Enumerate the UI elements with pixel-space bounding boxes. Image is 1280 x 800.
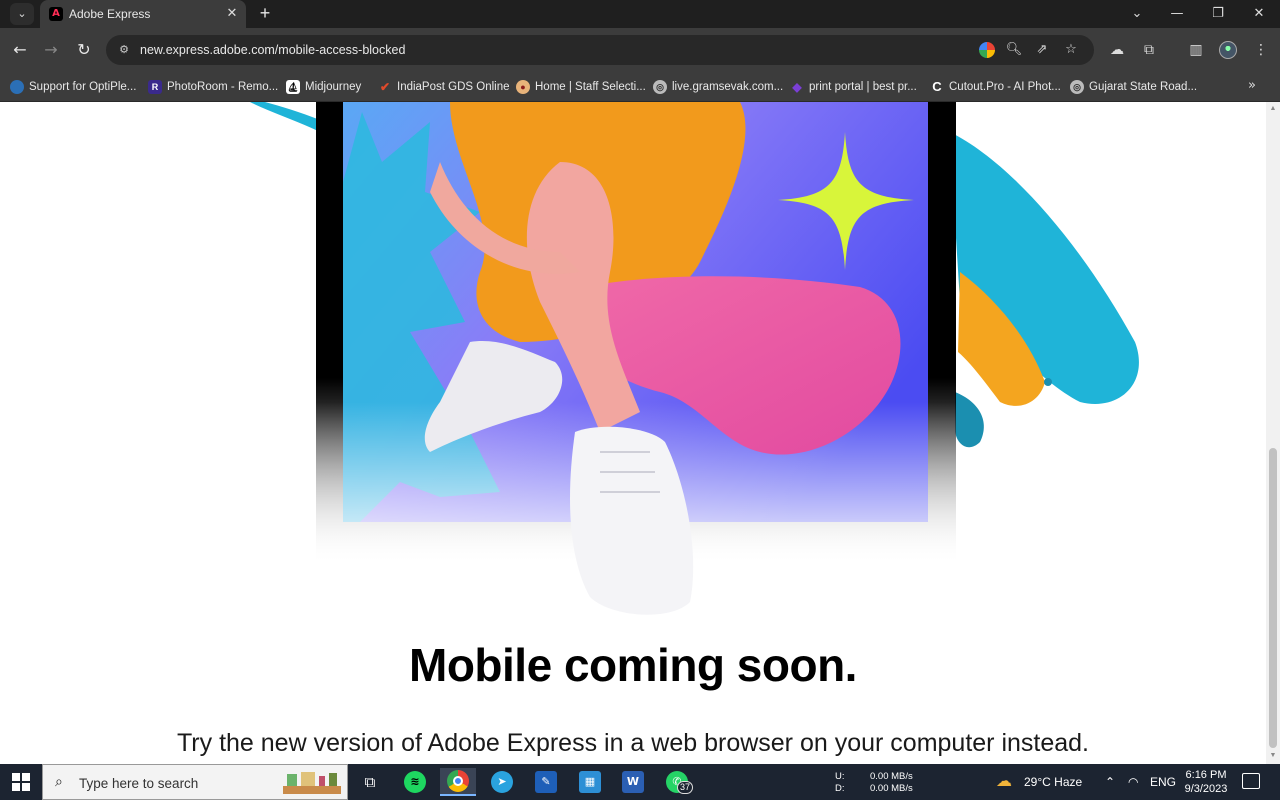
- bookmark-label: IndiaPost GDS Online: [397, 81, 510, 93]
- bookmark-item[interactable]: C Cutout.Pro - AI Phot...: [930, 77, 1061, 97]
- bookmarks-bar: Support for OptiPle... R PhotoRoom - Rem…: [0, 72, 1280, 102]
- bookmark-label: print portal | best pr...: [809, 81, 917, 93]
- reload-icon[interactable]: ↻: [72, 38, 96, 62]
- net-down-value: 0.00 MB/s: [870, 783, 913, 794]
- share-icon[interactable]: ⇗: [1033, 41, 1051, 59]
- bookmark-item[interactable]: ✔ IndiaPost GDS Online: [378, 77, 510, 97]
- side-panel-icon[interactable]: ▥: [1186, 40, 1206, 60]
- browser-toolbar: ← → ↻ ⚙ new.express.adobe.com/mobile-acc…: [0, 28, 1280, 72]
- restore-button[interactable]: ❐: [1198, 4, 1238, 24]
- draw-app-icon[interactable]: ✎: [528, 768, 564, 796]
- paint-dot: [1044, 378, 1052, 386]
- adobe-express-favicon-icon: A: [49, 7, 63, 21]
- bookmark-label: Midjourney: [305, 81, 362, 93]
- dell-icon: [10, 80, 24, 94]
- zoom-icon[interactable]: 🔍︎: [1005, 41, 1023, 59]
- forward-arrow-icon[interactable]: →: [39, 38, 63, 62]
- page-headline: Mobile coming soon.: [409, 639, 857, 691]
- wifi-icon[interactable]: ◠: [1128, 775, 1138, 789]
- bookmark-label: Support for OptiPle...: [29, 81, 137, 93]
- net-up-label: U:: [835, 771, 845, 782]
- ssc-icon: ●: [516, 80, 530, 94]
- net-labels: U: D:: [835, 771, 845, 795]
- tab-title: Adobe Express: [69, 7, 151, 21]
- search-placeholder: Type here to search: [79, 776, 199, 791]
- cutout-icon: C: [932, 79, 942, 94]
- bookmark-item[interactable]: ● Home | Staff Selecti...: [516, 77, 646, 97]
- windows-start-icon[interactable]: [12, 773, 30, 791]
- hero-illustration: [250, 102, 1139, 615]
- search-icon: ⌕: [55, 774, 63, 790]
- address-bar[interactable]: ⚙ new.express.adobe.com/mobile-access-bl…: [106, 35, 1094, 65]
- net-down-label: D:: [835, 783, 845, 794]
- back-arrow-icon[interactable]: ←: [8, 38, 32, 62]
- scroll-down-icon[interactable]: ▼: [1269, 752, 1277, 760]
- whatsapp-badge: 37: [677, 781, 694, 794]
- bookmark-item[interactable]: ⛵︎ Midjourney: [286, 77, 361, 97]
- notifications-icon[interactable]: [1242, 773, 1260, 789]
- bookmark-item[interactable]: Support for OptiPle...: [10, 77, 136, 97]
- net-up-value: 0.00 MB/s: [870, 771, 913, 782]
- extensions-puzzle-icon[interactable]: ⧉: [1139, 40, 1159, 60]
- page-content: Mobile coming soon. Try the new version …: [0, 102, 1266, 764]
- word-icon[interactable]: W: [615, 768, 651, 796]
- bookmark-label: Cutout.Pro - AI Phot...: [949, 81, 1061, 93]
- scroll-thumb[interactable]: [1269, 448, 1277, 748]
- bookmark-item[interactable]: ◆ print portal | best pr...: [790, 77, 917, 97]
- clock-time: 6:16 PM: [1185, 769, 1227, 781]
- page-subline: Try the new version of Adobe Express in …: [176, 729, 1090, 757]
- remote-desktop-icon[interactable]: ▦: [572, 768, 608, 796]
- chrome-icon[interactable]: [440, 768, 476, 796]
- tray-expand-chevron-icon[interactable]: ⌃: [1105, 775, 1115, 789]
- menu-kebab-icon[interactable]: ⋮: [1251, 40, 1271, 60]
- paint-drip: [955, 392, 984, 448]
- site-info-icon[interactable]: ⚙: [116, 42, 132, 58]
- language-indicator[interactable]: ENG: [1150, 775, 1176, 789]
- minimize-button[interactable]: —: [1157, 4, 1197, 24]
- bookmark-item[interactable]: ◎ live.gramsevak.com...: [653, 77, 783, 97]
- tab-close-icon[interactable]: ✕: [224, 5, 240, 21]
- profile-avatar[interactable]: [1219, 41, 1237, 59]
- bookmarks-overflow-chevron-icon[interactable]: »: [1248, 78, 1256, 93]
- spotify-icon[interactable]: ≋: [397, 768, 433, 796]
- scroll-up-icon[interactable]: ▲: [1269, 105, 1277, 113]
- tab-search-chevron-icon[interactable]: ⌄: [10, 3, 34, 25]
- new-tab-button[interactable]: +: [254, 3, 276, 25]
- midjourney-icon: ⛵︎: [286, 80, 300, 94]
- paint-stroke-left: [250, 102, 320, 132]
- task-view-icon[interactable]: ⧉: [352, 768, 388, 796]
- globe-icon: ◎: [1070, 80, 1084, 94]
- google-lens-icon[interactable]: [979, 42, 995, 58]
- bookmark-label: Home | Staff Selecti...: [535, 81, 646, 93]
- weather-text[interactable]: 29°C Haze: [1024, 775, 1082, 789]
- tab-list-chevron-icon[interactable]: ⌄: [1117, 4, 1157, 24]
- tab-adobe-express[interactable]: A Adobe Express ✕: [40, 0, 246, 28]
- weather-haze-icon[interactable]: ☁: [996, 771, 1012, 791]
- clock-date: 9/3/2023: [1184, 783, 1228, 795]
- taskbar-search-box[interactable]: ⌕ Type here to search: [42, 764, 348, 800]
- telegram-icon[interactable]: ➤: [484, 768, 520, 796]
- extension-cloud-icon[interactable]: ☁: [1107, 40, 1127, 60]
- page-scrollbar[interactable]: ▲ ▼: [1266, 102, 1280, 764]
- bookmark-label: live.gramsevak.com...: [672, 81, 784, 93]
- url-text[interactable]: new.express.adobe.com/mobile-access-bloc…: [140, 43, 405, 57]
- whatsapp-icon[interactable]: ✆ 37: [659, 768, 695, 796]
- tab-strip: ⌄ A Adobe Express ✕ + ⌄ — ❐ ✕: [0, 0, 1280, 28]
- net-values: 0.00 MB/s 0.00 MB/s: [870, 771, 913, 795]
- bookmark-star-icon[interactable]: ☆: [1062, 41, 1080, 59]
- print-portal-icon: ◆: [792, 80, 802, 94]
- bookmark-item[interactable]: ◎ Gujarat State Road...: [1070, 77, 1197, 97]
- windows-taskbar: ⌕ Type here to search ⧉ ≋ ➤ ✎ ▦ W ✆ 37 U…: [0, 764, 1280, 800]
- globe-icon: ◎: [653, 80, 667, 94]
- search-highlight-icon: [283, 772, 341, 794]
- photoroom-icon: R: [148, 80, 162, 94]
- close-window-button[interactable]: ✕: [1239, 4, 1279, 24]
- bookmark-item[interactable]: R PhotoRoom - Remo...: [148, 77, 278, 97]
- bookmark-label: Gujarat State Road...: [1089, 81, 1198, 93]
- bookmark-label: PhotoRoom - Remo...: [167, 81, 279, 93]
- taskbar-clock[interactable]: 6:16 PM 9/3/2023: [1178, 768, 1234, 796]
- indiapost-icon: ✔: [379, 80, 391, 94]
